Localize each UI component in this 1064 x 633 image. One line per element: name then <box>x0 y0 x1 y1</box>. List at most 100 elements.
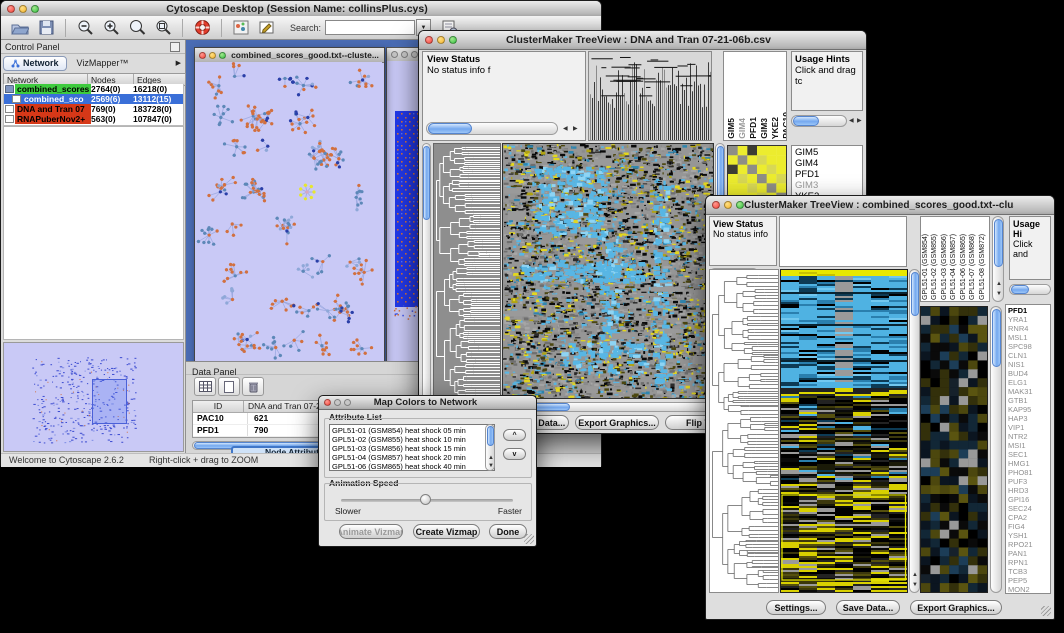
move-up-button[interactable]: ^ <box>503 429 526 441</box>
tv1-column-label[interactable]: GIM3 <box>759 118 769 139</box>
tv2-column-label[interactable]: GPL51-02 (GSM855) <box>931 218 940 300</box>
move-down-button[interactable]: v <box>503 448 526 460</box>
tv2-gene-label[interactable]: GTB1 <box>1008 396 1048 405</box>
tv2-gene-label[interactable]: CLN1 <box>1008 351 1048 360</box>
table-mode-icon[interactable] <box>194 377 216 396</box>
zoom-fit-icon[interactable] <box>126 19 148 37</box>
tv2-usage-hscroll[interactable] <box>1009 284 1051 295</box>
minimize-icon[interactable] <box>19 5 27 13</box>
tv2-gene-label[interactable]: MSL1 <box>1008 333 1048 342</box>
tv2-column-label[interactable]: GPL51-03 (GSM856) <box>941 218 950 300</box>
tv2-gene-label[interactable]: PUF3 <box>1008 477 1048 486</box>
new-attribute-icon[interactable] <box>218 377 240 396</box>
tv2-gene-label[interactable]: HMG1 <box>1008 459 1048 468</box>
attribute-list-vscroll[interactable]: ▲ ▼ <box>485 424 495 471</box>
minimize-icon[interactable] <box>724 201 732 209</box>
tv2-column-label[interactable]: GPL51-01 (GSM854) <box>922 218 931 300</box>
scroll-up-icon[interactable]: ▲ <box>996 281 1002 287</box>
save-icon[interactable] <box>35 19 57 37</box>
tv2-gene-label[interactable]: BUD4 <box>1008 369 1048 378</box>
tv1-row-dendrogram-canvas[interactable] <box>434 144 500 398</box>
tv1-gene-label[interactable]: GIM4 <box>795 158 859 169</box>
tv2-gene-label[interactable]: YRA1 <box>1008 315 1048 324</box>
tv1-row-dendrogram-pane[interactable] <box>433 143 501 399</box>
close-icon[interactable] <box>199 52 206 59</box>
tv2-row-dendrogram-canvas[interactable] <box>710 270 778 592</box>
tv2-gene-label[interactable]: RPN1 <box>1008 558 1048 567</box>
tv2-gene-label[interactable]: SEC24 <box>1008 504 1048 513</box>
tv2-gene-label[interactable]: MSI1 <box>1008 441 1048 450</box>
column-header-id[interactable]: ID <box>193 401 244 412</box>
done-button[interactable]: Done <box>489 524 527 539</box>
tv2-gene-label[interactable]: VIP1 <box>1008 423 1048 432</box>
minimize-icon[interactable] <box>334 399 341 406</box>
minimize-icon[interactable] <box>437 36 445 44</box>
tv1-gene-label[interactable]: GIM5 <box>795 147 859 158</box>
help-icon[interactable] <box>191 19 213 37</box>
tv1-top-dendrogram-canvas[interactable] <box>589 52 711 140</box>
network-view-frame[interactable]: combined_scores_good.txt--cluste... <box>194 47 385 371</box>
tv2-zoom-heatmap-pane[interactable] <box>920 306 988 593</box>
zoom-window-icon[interactable] <box>736 201 744 209</box>
network-row[interactable]: combined_sco2569(6)13112(15) <box>4 94 183 104</box>
minimize-icon[interactable] <box>209 52 216 59</box>
animate-vizmap-button[interactable]: Animate Vizmap <box>339 524 403 539</box>
search-input[interactable] <box>325 20 415 35</box>
tv2-column-label[interactable]: GPL51-07 (GSM868) <box>969 218 978 300</box>
tv1-column-label[interactable]: PFD1 <box>748 117 758 139</box>
tv2-gene-label[interactable]: RPO21 <box>1008 540 1048 549</box>
birdseye-canvas[interactable] <box>4 343 183 451</box>
tv2-gene-label[interactable]: NIS1 <box>1008 360 1048 369</box>
scroll-left-icon[interactable]: ◀ <box>849 118 854 124</box>
delete-attribute-icon[interactable] <box>242 377 264 396</box>
tv2-gene-label[interactable]: GPI16 <box>1008 495 1048 504</box>
tv2-column-label[interactable]: GPL51-08 (GSM872) <box>979 218 988 300</box>
treeview2-titlebar[interactable]: ClusterMaker TreeView : combined_scores_… <box>706 196 1054 215</box>
close-icon[interactable] <box>425 36 433 44</box>
tv2-column-label[interactable]: GPL51-04 (GSM857) <box>950 218 959 300</box>
tv2-gene-label[interactable]: PHO81 <box>1008 468 1048 477</box>
modify-network-icon[interactable] <box>230 19 252 37</box>
tv2-gene-label[interactable]: PEP5 <box>1008 576 1048 585</box>
tv1-zoom-heatmap-canvas[interactable] <box>728 146 786 202</box>
tv2-column-label[interactable]: GPL51-06 (GSM865) <box>960 218 969 300</box>
attribute-item[interactable]: GPL51-03 (GSM856) heat shock 15 min <box>332 444 492 453</box>
tv2-zoom-heatmap-canvas[interactable] <box>921 307 987 592</box>
tv1-heatmap-pane[interactable] <box>502 143 714 399</box>
tv2-save-data-button[interactable]: Save Data... <box>836 600 900 615</box>
create-vizmap-button[interactable]: Create Vizmap <box>413 524 480 539</box>
open-file-icon[interactable] <box>9 19 31 37</box>
zoom-window-icon[interactable] <box>31 5 39 13</box>
tv2-gene-label[interactable]: MON2 <box>1008 585 1048 594</box>
close-icon[interactable] <box>712 201 720 209</box>
tab-vizmapper[interactable]: VizMapper™ <box>77 58 129 68</box>
tv2-gene-label[interactable]: TCB3 <box>1008 567 1048 576</box>
tv2-global-heatmap-pane[interactable] <box>780 269 908 593</box>
zoom-selected-icon[interactable] <box>152 19 174 37</box>
attribute-item[interactable]: GPL51-04 (GSM857) heat shock 20 min <box>332 453 492 462</box>
resize-grip[interactable] <box>524 534 534 544</box>
tv2-gene-label[interactable]: RNR4 <box>1008 324 1048 333</box>
network-row[interactable]: DNA and Tran 07769(0)183728(0) <box>4 104 183 114</box>
treeview1-titlebar[interactable]: ClusterMaker TreeView : DNA and Tran 07-… <box>419 31 866 50</box>
zoom-window-icon[interactable] <box>411 51 418 58</box>
tv2-row-dendrogram-pane[interactable] <box>709 269 779 593</box>
tv1-export-graphics-button[interactable]: Export Graphics... <box>575 415 659 430</box>
tv2-gene-label[interactable]: HAP3 <box>1008 414 1048 423</box>
tv2-gene-label[interactable]: PFD1 <box>1008 306 1048 315</box>
tv1-dendro-vscroll[interactable] <box>422 143 431 399</box>
zoom-window-icon[interactable] <box>219 52 226 59</box>
tv2-export-graphics-button[interactable]: Export Graphics... <box>910 600 1002 615</box>
attribute-item[interactable]: GPL51-01 (GSM854) heat shock 05 min <box>332 426 492 435</box>
resize-grip[interactable] <box>1041 606 1051 616</box>
birdseye-panel[interactable] <box>3 342 184 452</box>
tv2-global-vscroll[interactable]: ▲ ▼ <box>909 269 920 593</box>
tab-network[interactable]: Network <box>3 56 67 71</box>
annotation-icon[interactable] <box>256 19 278 37</box>
tv2-gene-label[interactable]: SEC1 <box>1008 450 1048 459</box>
tv1-column-label[interactable]: GIM5 <box>726 118 736 139</box>
close-icon[interactable] <box>324 399 331 406</box>
tv2-gene-label[interactable]: YSH1 <box>1008 531 1048 540</box>
dialog-titlebar[interactable]: Map Colors to Network <box>319 396 536 410</box>
network-canvas[interactable] <box>195 62 382 369</box>
